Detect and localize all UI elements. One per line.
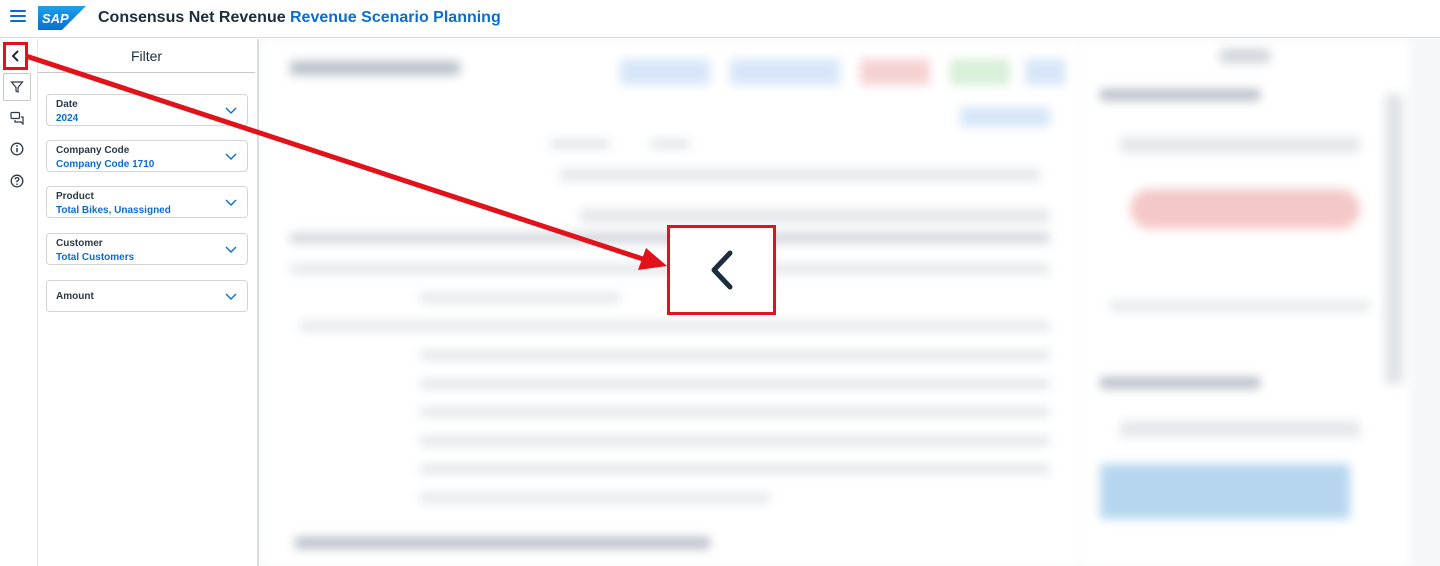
page-title[interactable]: Revenue Scenario Planning [290,9,501,27]
customer-filter[interactable]: Customer Total Customers [46,233,248,265]
sap-logo[interactable]: SAP [38,6,86,30]
amount-filter[interactable]: Amount [46,280,248,312]
field-label: Amount [56,291,94,302]
field-label: Company Code [56,145,130,156]
help-button[interactable] [4,168,30,194]
company-code-filter[interactable]: Company Code Company Code 1710 [46,140,248,172]
chevron-down-icon [225,153,237,160]
svg-text:SAP: SAP [42,11,69,26]
filter-title: Filter [38,39,255,73]
date-filter[interactable]: Date 2024 [46,94,248,126]
side-rail [0,39,38,566]
comments-button[interactable] [4,105,30,131]
filter-button[interactable] [3,73,31,101]
info-icon [10,142,24,156]
field-value: 2024 [56,113,79,124]
field-value: Total Customers [56,252,135,263]
field-label: Product [56,191,94,202]
field-label: Customer [56,238,103,249]
collapse-panel-button[interactable] [3,42,28,70]
product-filter[interactable]: Product Total Bikes, Unassigned [46,186,248,218]
menu-icon[interactable] [10,10,26,24]
shell-header: SAP Consensus Net Revenue Revenue Scenar… [0,0,1440,38]
blurred-dashboard [260,39,1440,566]
help-icon [10,174,24,188]
field-value: Total Bikes, Unassigned [56,205,171,216]
info-button[interactable] [4,136,30,162]
filter-icon [10,81,24,93]
chevron-left-icon [11,50,19,62]
zoom-callout [667,225,776,315]
chevron-down-icon [225,107,237,114]
app-title: Consensus Net Revenue [98,9,286,26]
field-label: Date [56,99,78,110]
chevron-down-icon [225,246,237,253]
chevron-down-icon [225,293,237,300]
chevron-left-icon [711,250,732,290]
comments-icon [9,111,24,125]
filter-panel: Filter Date 2024 Company Code Company Co… [38,39,259,566]
field-value: Company Code 1710 [56,159,155,170]
chevron-down-icon [225,199,237,206]
blurred-content-area [260,39,1440,566]
